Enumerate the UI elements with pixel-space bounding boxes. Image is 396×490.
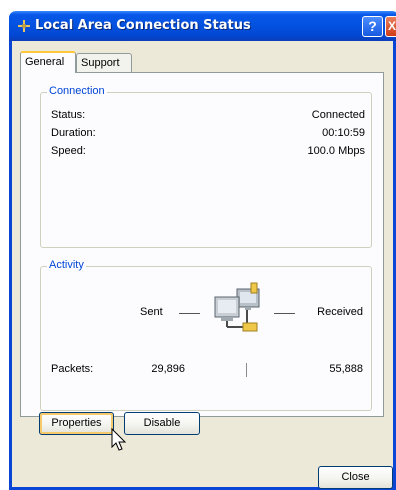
speed-label: Speed: bbox=[51, 145, 86, 157]
close-window-button[interactable]: X bbox=[385, 16, 396, 37]
connection-group-title: Connection bbox=[47, 85, 107, 97]
title-bar[interactable]: Local Area Connection Status ? X bbox=[9, 11, 396, 41]
dialog-window: Local Area Connection Status ? X General… bbox=[9, 11, 396, 490]
speed-row: Speed: 100.0 Mbps bbox=[51, 145, 365, 159]
connection-group: Connection Status: Connected Duration: 0… bbox=[40, 85, 372, 248]
help-button[interactable]: ? bbox=[362, 16, 383, 37]
network-connection-icon bbox=[18, 20, 30, 32]
packets-label: Packets: bbox=[51, 363, 94, 375]
properties-button[interactable]: Properties bbox=[39, 412, 114, 435]
tab-support[interactable]: Support bbox=[76, 53, 132, 72]
disable-button[interactable]: Disable bbox=[124, 412, 200, 435]
received-line bbox=[274, 313, 295, 314]
duration-value: 00:10:59 bbox=[322, 127, 365, 139]
tab-general[interactable]: General bbox=[20, 51, 76, 73]
close-button[interactable]: Close bbox=[318, 466, 393, 489]
activity-group-title: Activity bbox=[47, 259, 86, 271]
sent-label: Sent bbox=[140, 306, 163, 318]
status-row: Status: Connected bbox=[51, 109, 365, 123]
packets-sent-value: 29,896 bbox=[151, 363, 185, 375]
packets-received-value: 55,888 bbox=[329, 363, 363, 375]
general-tab-panel: Connection Status: Connected Duration: 0… bbox=[20, 72, 384, 417]
status-label: Status: bbox=[51, 109, 86, 121]
speed-value: 100.0 Mbps bbox=[307, 145, 365, 157]
window-title: Local Area Connection Status bbox=[35, 18, 251, 33]
network-computers-icon bbox=[214, 282, 260, 332]
status-value: Connected bbox=[311, 109, 365, 121]
sent-line bbox=[179, 313, 200, 314]
activity-group: Activity Sent Received Packets: 29,896 5… bbox=[40, 259, 372, 411]
duration-row: Duration: 00:10:59 bbox=[51, 127, 365, 141]
received-label: Received bbox=[317, 306, 363, 318]
packets-divider bbox=[246, 363, 247, 377]
duration-label: Duration: bbox=[51, 127, 96, 139]
mouse-cursor-icon bbox=[111, 428, 127, 451]
